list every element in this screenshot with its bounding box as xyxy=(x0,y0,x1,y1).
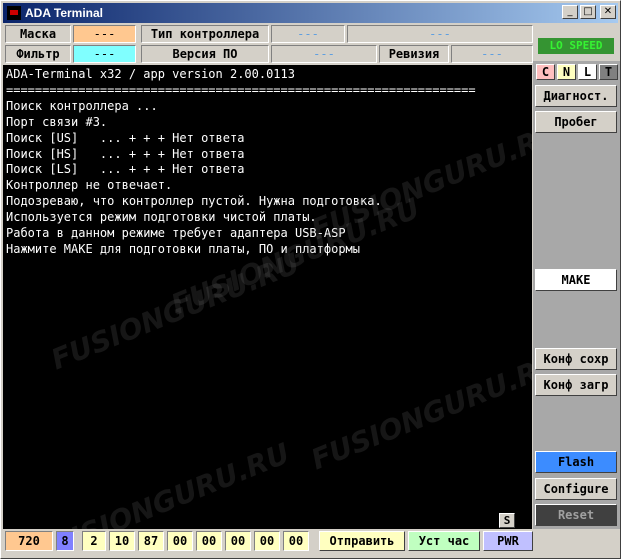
terminal-line: ADA-Terminal x32 / app version 2.00.0113 xyxy=(6,67,295,81)
byte-cell[interactable]: 00 xyxy=(196,531,222,551)
window-title: ADA Terminal xyxy=(25,6,104,20)
terminal-line: Работа в данном режиме требует адаптера … xyxy=(6,226,346,241)
mask-value[interactable]: --- xyxy=(73,25,136,43)
controller-type-value-2: --- xyxy=(347,25,533,43)
filter-label: Фильтр xyxy=(5,45,71,63)
byte-cell[interactable]: 2 xyxy=(82,531,106,551)
terminal-output[interactable]: ADA-Terminal x32 / app version 2.00.0113… xyxy=(3,65,532,529)
app-window: ADA Terminal _ □ ✕ Маска --- Тип контрол… xyxy=(0,0,621,559)
send-button[interactable]: Отправить xyxy=(319,531,405,551)
version-label: Версия ПО xyxy=(141,45,269,63)
byte-cell[interactable]: 87 xyxy=(138,531,164,551)
terminal-line: Контроллер не отвечает. xyxy=(6,178,173,193)
speed-badge: LO SPEED xyxy=(538,38,614,54)
minimize-button[interactable]: _ xyxy=(562,5,578,19)
conf-load-button[interactable]: Конф загр xyxy=(535,374,617,396)
terminal-text: ADA-Terminal x32 / app version 2.00.0113… xyxy=(3,65,532,260)
byte-cell[interactable]: 00 xyxy=(283,531,309,551)
terminal-line: Используется режим подготовки чистой пла… xyxy=(6,210,317,225)
version-value: --- xyxy=(271,45,377,63)
counter-cell: 720 xyxy=(5,531,53,551)
toggle-n[interactable]: N xyxy=(557,64,576,80)
maximize-button[interactable]: □ xyxy=(580,5,596,19)
pwr-button[interactable]: PWR xyxy=(483,531,533,551)
watermark: FUSIONGURU.RU xyxy=(36,436,295,529)
configure-button[interactable]: Configure xyxy=(535,478,617,500)
toggle-l[interactable]: L xyxy=(578,64,597,80)
app-icon xyxy=(7,6,21,20)
watermark: FUSIONGURU.RU xyxy=(46,246,305,377)
counter-cell: 8 xyxy=(56,531,74,551)
revision-label: Ревизия xyxy=(379,45,449,63)
filter-value[interactable]: --- xyxy=(73,45,136,63)
terminal-line: Подозреваю, что контроллер пустой. Нужна… xyxy=(6,194,382,209)
terminal-line: Поиск контроллера ... xyxy=(6,98,158,113)
toggle-t[interactable]: T xyxy=(599,64,618,80)
conf-save-button[interactable]: Конф сохр xyxy=(535,348,617,370)
controller-type-value-1: --- xyxy=(271,25,345,43)
byte-cell[interactable]: 00 xyxy=(167,531,193,551)
byte-cell[interactable]: 10 xyxy=(109,531,135,551)
terminal-line: Поиск [HS] ... + + + Нет ответа xyxy=(6,146,245,161)
byte-cell[interactable]: 00 xyxy=(254,531,280,551)
reset-button[interactable]: Reset xyxy=(535,504,617,526)
mode-toggles: C N L T xyxy=(536,64,618,80)
make-button[interactable]: MAKE xyxy=(535,269,617,291)
revision-value: --- xyxy=(451,45,533,63)
terminal-line: ========================================… xyxy=(6,82,476,97)
flash-button[interactable]: Flash xyxy=(535,451,617,473)
watermark: FUSIONGURU.RU xyxy=(306,346,532,477)
controller-type-label: Тип контроллера xyxy=(141,25,269,43)
toggle-c[interactable]: C xyxy=(536,64,555,80)
title-bar[interactable]: ADA Terminal _ □ ✕ xyxy=(3,3,618,23)
terminal-line: Порт связи #3. xyxy=(6,114,108,129)
terminal-line: Поиск [LS] ... + + + Нет ответа xyxy=(6,162,245,177)
byte-cell[interactable]: 00 xyxy=(225,531,251,551)
s-button[interactable]: S xyxy=(499,513,515,528)
close-button[interactable]: ✕ xyxy=(600,5,616,19)
diagnostics-button[interactable]: Диагност. xyxy=(535,85,617,107)
run-button[interactable]: Пробег xyxy=(535,111,617,133)
mask-label: Маска xyxy=(5,25,71,43)
set-clock-button[interactable]: Уст час xyxy=(408,531,480,551)
terminal-line: Нажмите MAKE для подготовки платы, ПО и … xyxy=(6,241,361,256)
terminal-line: Поиск [US] ... + + + Нет ответа xyxy=(6,130,245,145)
